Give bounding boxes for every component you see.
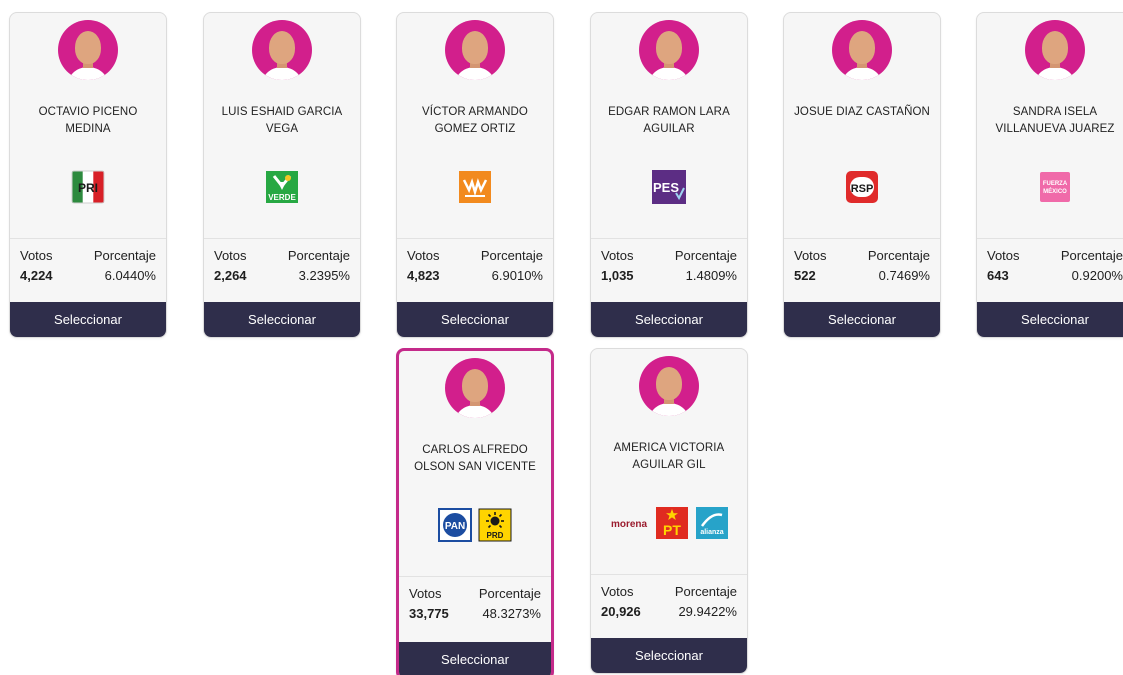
svg-text:alianza: alianza (700, 529, 723, 536)
votes-value: 522 (794, 268, 816, 283)
movimiento-ciudadano-logo-icon (458, 170, 492, 209)
votes-value: 4,823 (407, 268, 440, 283)
avatar-icon (832, 20, 892, 80)
votes-label: Votos (214, 248, 247, 263)
avatar-icon (252, 20, 312, 80)
pes-logo-icon: PES (651, 169, 687, 210)
svg-text:PES: PES (653, 180, 679, 195)
candidate-card: LUIS ESHAID GARCIA VEGA VERDE Votos Porc… (203, 12, 361, 338)
percent-value: 0.9200% (1071, 268, 1123, 283)
percent-label: Porcentaje (1060, 248, 1123, 263)
percent-value: 1.4809% (685, 268, 737, 283)
pt-logo-icon: PT (655, 506, 689, 545)
candidate-card: OCTAVIO PICENO MEDINA PRI Votos Porcenta… (9, 12, 167, 338)
votes-value: 20,926 (601, 604, 641, 619)
svg-text:PAN: PAN (445, 521, 465, 532)
percent-label: Porcentaje (93, 248, 156, 263)
percent-value: 3.2395% (298, 268, 350, 283)
avatar-icon (58, 20, 118, 80)
select-button[interactable]: Seleccionar (591, 638, 747, 673)
svg-text:PRI: PRI (78, 181, 98, 195)
percent-label: Porcentaje (674, 248, 737, 263)
votes-value: 2,264 (214, 268, 247, 283)
select-button[interactable]: Seleccionar (399, 642, 551, 675)
votes-label: Votos (407, 248, 440, 263)
votes-label: Votos (20, 248, 53, 263)
percent-value: 48.3273% (482, 606, 541, 621)
svg-text:RSP: RSP (851, 183, 874, 195)
select-button[interactable]: Seleccionar (977, 302, 1123, 337)
svg-text:PT: PT (663, 522, 681, 538)
pri-logo-icon: PRI (71, 170, 105, 209)
votes-value: 643 (987, 268, 1009, 283)
select-button[interactable]: Seleccionar (204, 302, 360, 337)
percent-label: Porcentaje (867, 248, 930, 263)
votes-value: 4,224 (20, 268, 53, 283)
votes-label: Votos (409, 586, 442, 601)
pan-logo-icon: PAN (438, 507, 472, 547)
candidate-name: CARLOS ALFREDO OLSON SAN VICENTE (414, 444, 536, 473)
candidate-name: VÍCTOR ARMANDO GOMEZ ORTIZ (422, 106, 528, 135)
candidate-name: OCTAVIO PICENO MEDINA (38, 106, 138, 135)
alianza-logo-icon: alianza (695, 506, 729, 545)
percent-label: Porcentaje (674, 584, 737, 599)
verde-logo-icon: VERDE (265, 170, 299, 209)
prd-logo-icon: PRD (478, 508, 512, 547)
rsp-logo-icon: RSP (845, 170, 879, 209)
percent-label: Porcentaje (287, 248, 350, 263)
candidate-card: JOSUE DIAZ CASTAÑON RSP Votos Porcentaje… (783, 12, 941, 338)
candidate-name: JOSUE DIAZ CASTAÑON (794, 106, 930, 118)
select-button[interactable]: Seleccionar (784, 302, 940, 337)
fuerza-mexico-logo-icon: FUERZA MÉXICO (1039, 171, 1071, 208)
candidate-card: SANDRA ISELA VILLANUEVA JUAREZ FUERZA MÉ… (976, 12, 1123, 338)
select-button[interactable]: Seleccionar (397, 302, 553, 337)
svg-text:PRD: PRD (487, 531, 504, 540)
select-button[interactable]: Seleccionar (10, 302, 166, 337)
percent-value: 0.7469% (878, 268, 930, 283)
candidate-card: AMERICA VICTORIA AGUILAR GIL morena PT a… (590, 348, 748, 674)
candidate-name: AMERICA VICTORIA AGUILAR GIL (613, 442, 725, 471)
avatar-icon (445, 358, 505, 418)
votes-label: Votos (987, 248, 1020, 263)
candidate-name: EDGAR RAMON LARA AGUILAR (608, 106, 730, 135)
avatar-icon (639, 20, 699, 80)
candidate-name: LUIS ESHAID GARCIA VEGA (221, 106, 343, 135)
avatar-icon (639, 356, 699, 416)
percent-value: 6.9010% (491, 268, 543, 283)
svg-text:FUERZA: FUERZA (1043, 181, 1068, 187)
votes-label: Votos (794, 248, 827, 263)
votes-value: 33,775 (409, 606, 449, 621)
votes-label: Votos (601, 248, 634, 263)
avatar-icon (1025, 20, 1085, 80)
svg-text:MÉXICO: MÉXICO (1043, 187, 1067, 195)
percent-value: 29.9422% (678, 604, 737, 619)
votes-label: Votos (601, 584, 634, 599)
avatar-icon (445, 20, 505, 80)
candidate-card: VÍCTOR ARMANDO GOMEZ ORTIZ Votos Porcent… (396, 12, 554, 338)
svg-text:morena: morena (611, 519, 648, 530)
morena-logo-icon: morena (609, 513, 649, 538)
percent-label: Porcentaje (480, 248, 543, 263)
svg-text:VERDE: VERDE (268, 193, 296, 202)
candidate-card-selected: CARLOS ALFREDO OLSON SAN VICENTE PAN PRD… (396, 348, 554, 675)
votes-value: 1,035 (601, 268, 634, 283)
percent-value: 6.0440% (104, 268, 156, 283)
percent-label: Porcentaje (478, 586, 541, 601)
candidate-name: SANDRA ISELA VILLANUEVA JUAREZ (995, 106, 1115, 135)
select-button[interactable]: Seleccionar (591, 302, 747, 337)
candidate-card: EDGAR RAMON LARA AGUILAR PES Votos Porce… (590, 12, 748, 338)
